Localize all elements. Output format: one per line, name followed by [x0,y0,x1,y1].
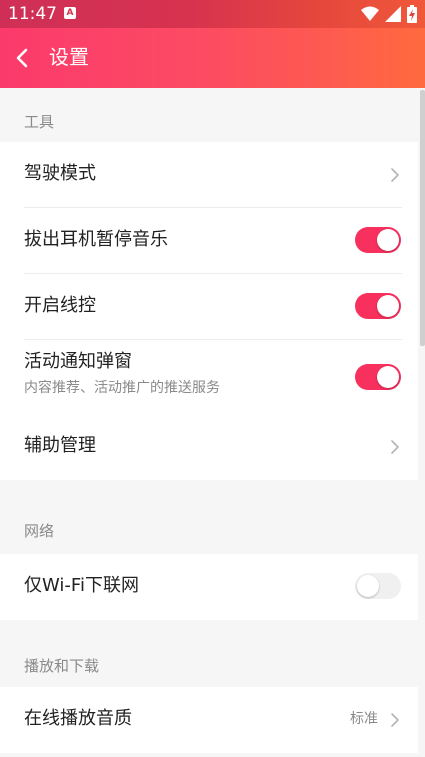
settings-card-playback: 在线播放音质 标准 [0,687,418,753]
setting-driving-mode[interactable]: 驾驶模式 [0,142,418,208]
wifi-only-toggle[interactable] [355,573,401,599]
settings-card-network: 仅Wi-Fi下联网 [0,554,418,620]
section-label-tools: 工具 [24,113,55,131]
back-button[interactable] [6,40,42,76]
toggle-knob [377,295,399,317]
setting-wire-control: 开启线控 [0,274,418,340]
setting-online-quality[interactable]: 在线播放音质 标准 [0,687,418,753]
chevron-left-icon [16,48,28,68]
setting-label: 开启线控 [24,295,96,316]
wifi-icon [361,6,379,21]
toggle-knob [377,366,399,388]
toggle-knob [377,229,399,251]
setting-label: 拔出耳机暂停音乐 [24,229,168,250]
setting-assist-management[interactable]: 辅助管理 [0,414,418,480]
chevron-right-icon [391,168,399,182]
signal-icon [385,6,401,22]
page-title: 设置 [49,45,89,69]
section-label-playback: 播放和下载 [24,657,100,675]
setting-value: 标准 [350,711,378,727]
setting-label: 在线播放音质 [24,708,132,729]
setting-label: 仅Wi-Fi下联网 [24,575,139,596]
wire-control-toggle[interactable] [355,293,401,319]
pause-on-unplug-toggle[interactable] [355,227,401,253]
setting-label: 驾驶模式 [24,163,96,184]
status-time: 11:47 [8,4,57,24]
settings-list: 工具 驾驶模式 拔出耳机暂停音乐 开启线控 活动通知弹窗 内容推荐、活动推广的推… [0,88,425,757]
setting-pause-on-unplug: 拔出耳机暂停音乐 [0,208,418,274]
setting-wifi-only: 仅Wi-Fi下联网 [0,554,418,620]
status-bar: 11:47 A [0,0,425,28]
scrollbar[interactable] [420,90,425,346]
section-label-network: 网络 [24,522,55,540]
setting-label: 活动通知弹窗 [24,351,132,372]
battery-charging-icon [407,5,417,23]
setting-description: 内容推荐、活动推广的推送服务 [24,380,220,396]
chevron-right-icon [391,713,399,727]
app-bar: 设置 [0,28,425,88]
setting-label: 辅助管理 [24,435,96,456]
chevron-right-icon [391,440,399,454]
activity-popup-toggle[interactable] [355,364,401,390]
notification-icon: A [64,7,76,19]
settings-card-tools: 驾驶模式 拔出耳机暂停音乐 开启线控 活动通知弹窗 内容推荐、活动推广的推送服务 [0,142,418,480]
system-icons [361,5,417,23]
setting-activity-popup: 活动通知弹窗 内容推荐、活动推广的推送服务 [0,340,418,414]
toggle-knob [357,575,379,597]
